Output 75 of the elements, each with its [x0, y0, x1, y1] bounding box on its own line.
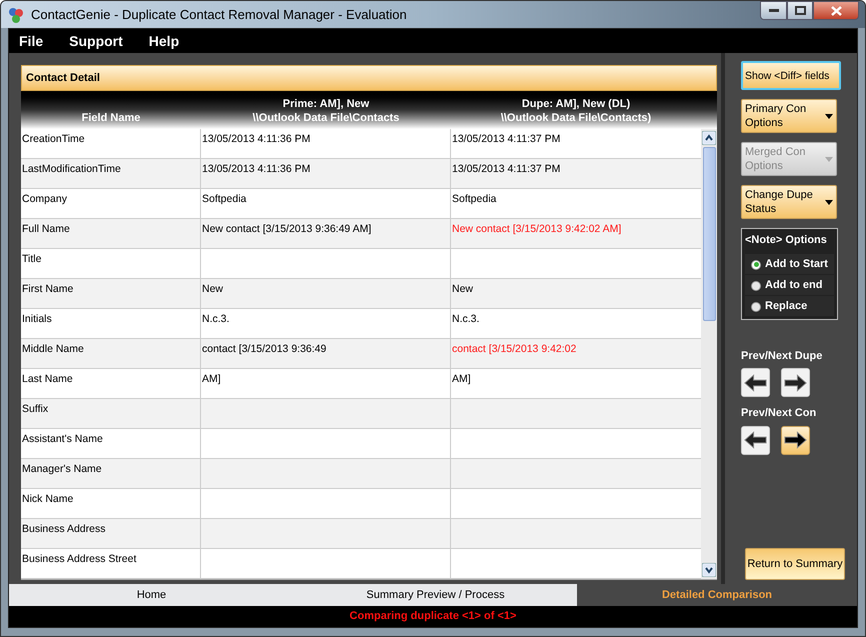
tab[interactable]: Home: [9, 584, 294, 606]
field-name-cell: CreationTime: [21, 129, 201, 158]
previous-button[interactable]: [741, 368, 770, 397]
field-name-cell: Business Address Street: [21, 549, 201, 578]
field-name-cell: Nick Name: [21, 489, 201, 518]
next-button[interactable]: [781, 426, 810, 454]
table-cell: New contact [3/15/2013 9:36:49 AM]: [201, 219, 451, 248]
table-cell-text: New contact [3/15/2013 9:42:02 AM]: [451, 222, 622, 237]
table-cell-text: 13/05/2013 4:11:37 PM: [451, 162, 562, 177]
table-cell: Softpedia: [201, 189, 451, 218]
field-name-cell: Company: [21, 189, 201, 218]
scrollbar-thumb[interactable]: [702, 147, 716, 321]
radio-button[interactable]: [751, 260, 761, 270]
scroll-down-icon: [702, 563, 716, 577]
field-name-cell: Initials: [21, 309, 201, 338]
minimize-button[interactable]: [760, 1, 787, 20]
navigator-label: Prev/Next Dupe: [741, 348, 822, 364]
dropdown-button[interactable]: Primary Con Options: [741, 99, 837, 133]
panel-header: Contact Detail: [21, 65, 717, 91]
toggle-button[interactable]: Show <Diff> fields: [741, 61, 841, 90]
column-title: Dupe: AM], New (DL): [522, 97, 630, 111]
radio-label: Add to end: [765, 278, 822, 292]
field-name-cell: Assistant's Name: [21, 429, 201, 458]
column-title: \\Outlook Data File\Contacts: [252, 111, 400, 125]
table-cell: N.c.3.: [201, 309, 451, 338]
table-cell: 13/05/2013 4:11:36 PM: [201, 129, 451, 158]
menu-item[interactable]: File: [19, 30, 44, 52]
field-name-cell: Business Address: [21, 519, 201, 548]
close-icon: [830, 6, 842, 16]
table-cell-text: AM]: [451, 372, 472, 387]
minimize-icon: [768, 8, 778, 12]
return-button[interactable]: Return to Summary: [745, 548, 845, 580]
table-cell-text: Softpedia: [451, 192, 498, 207]
caret-icon: [825, 114, 833, 118]
tab[interactable]: Summary Preview / Process: [294, 584, 577, 606]
column-title: Prime: AM], New: [282, 97, 370, 111]
table-cell-text: N.c.3.: [451, 312, 480, 327]
field-name-cell: Manager's Name: [21, 459, 201, 488]
table-cell: contact [3/15/2013 9:36:49: [201, 339, 451, 368]
field-name-cell: LastModificationTime: [21, 159, 201, 188]
menu-item[interactable]: Support: [69, 30, 123, 52]
table-cell-text: New: [451, 282, 474, 297]
field-name-cell: Full Name: [21, 219, 201, 248]
radio-button[interactable]: [751, 280, 761, 290]
table-cell: New: [201, 279, 451, 308]
maximize-button[interactable]: [787, 1, 813, 20]
scroll-up-icon: [702, 131, 716, 145]
column-title: Field Name: [82, 111, 140, 125]
radio-label: Add to Start: [765, 256, 828, 270]
table-cell-text: contact [3/15/2013 9:42:02: [451, 342, 578, 357]
scrollbar[interactable]: [701, 129, 717, 579]
app-icon: [7, 6, 25, 24]
window-title: ContactGenie - Duplicate Contact Removal Manager - Evaluation: [31, 6, 408, 24]
column-title: \\Outlook Data File\Contacts): [500, 111, 652, 125]
previous-button[interactable]: [741, 426, 770, 454]
table-cell-text: 13/05/2013 4:11:37 PM: [451, 132, 562, 147]
panel-title: <Note> Options: [745, 233, 828, 248]
field-name-cell: Title: [21, 249, 201, 278]
table-cell: 13/05/2013 4:11:36 PM: [201, 159, 451, 188]
field-name-cell: Suffix: [21, 399, 201, 428]
close-button[interactable]: [813, 1, 859, 20]
radio-button[interactable]: [751, 302, 761, 312]
dropdown-button[interactable]: Change Dupe Status: [741, 185, 837, 219]
caret-icon: [825, 156, 833, 162]
field-name-cell: First Name: [21, 279, 201, 308]
table-cell: AM]: [201, 369, 451, 398]
field-name-cell: Middle Name: [21, 339, 201, 368]
menu-item[interactable]: Help: [148, 30, 180, 52]
maximize-icon: [794, 6, 806, 15]
field-name-cell: Last Name: [21, 369, 201, 398]
next-button[interactable]: [781, 368, 810, 397]
radio-label: Replace: [765, 298, 808, 312]
status-text: Comparing duplicate <1> of <1>: [350, 609, 516, 624]
navigator-label: Prev/Next Con: [741, 406, 816, 421]
caret-icon: [825, 200, 833, 204]
